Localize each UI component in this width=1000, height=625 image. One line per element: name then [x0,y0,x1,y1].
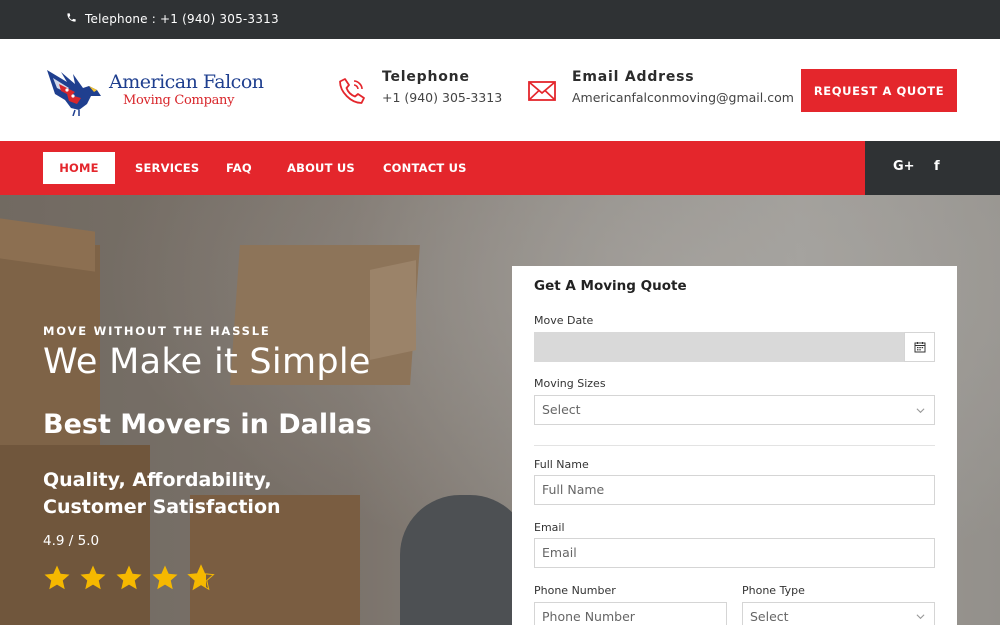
eagle-logo-icon [47,70,101,116]
nav-home[interactable]: HOME [43,152,115,184]
nav-about-us[interactable]: ABOUT US [287,152,355,184]
header-email[interactable]: Email Address Americanfalconmoving@gmail… [526,69,794,107]
email-title: Email Address [572,69,695,85]
form-divider [534,445,935,446]
logo-title: American Falcon [109,71,264,93]
hero-rating-text: 4.9 / 5.0 [43,533,100,549]
phone-icon [66,12,77,26]
hero-tagline: Quality, Affordability, Customer Satisfa… [43,469,281,518]
nav-faq[interactable]: FAQ [226,152,252,184]
star-icon [80,565,106,590]
chevron-down-icon [916,408,925,414]
nav-contact-us[interactable]: CONTACT US [383,152,467,184]
phone-type-select[interactable]: Select [742,602,935,625]
phone-number-input[interactable]: Phone Number [534,602,727,625]
logo-subtitle: Moving Company [123,93,235,108]
phone-outline-icon [339,78,365,104]
request-quote-button[interactable]: REQUEST A QUOTE [801,69,957,112]
telephone-value: +1 (940) 305-3313 [382,90,503,105]
move-date-input[interactable] [534,332,905,362]
header-telephone[interactable]: Telephone +1 (940) 305-3313 [336,69,502,107]
form-title: Get A Moving Quote [534,278,687,294]
main-nav: HOME SERVICES FAQ ABOUT US CONTACT US [0,141,865,195]
site-header: American Falcon Moving Company Telephone… [0,39,1000,141]
star-icon [152,565,178,590]
moving-sizes-select[interactable]: Select [534,395,935,425]
hero-rating-stars [42,563,216,593]
top-bar: Telephone : +1 (940) 305-3313 [0,0,1000,39]
email-value: Americanfalconmoving@gmail.com [572,90,794,105]
star-icon [44,565,70,590]
email-input[interactable]: Email [534,538,935,568]
social-links: G+ f [865,141,1000,195]
email-label: Email [534,521,565,534]
date-picker-button[interactable] [904,332,935,362]
telephone-title: Telephone [382,69,470,85]
hero-eyebrow: MOVE WITHOUT THE HASSLE [43,324,271,338]
hero-subheadline: Best Movers in Dallas [43,409,372,440]
phone-number-label: Phone Number [534,584,616,597]
nav-services[interactable]: SERVICES [135,152,199,184]
hero-headline: We Make it Simple [43,342,371,382]
quote-form: Get A Moving Quote Move Date Moving Size… [512,266,957,625]
full-name-input[interactable]: Full Name [534,475,935,505]
move-date-label: Move Date [534,314,594,327]
facebook-icon[interactable]: f [934,159,940,174]
logo[interactable]: American Falcon Moving Company [45,64,264,116]
top-telephone-text: Telephone : +1 (940) 305-3313 [85,12,279,26]
full-name-label: Full Name [534,458,589,471]
envelope-icon [528,81,556,101]
calendar-icon [914,342,925,353]
star-icon [116,565,142,590]
top-telephone[interactable]: Telephone : +1 (940) 305-3313 [66,12,279,26]
chevron-down-icon [916,614,925,620]
star-half-icon [187,564,215,591]
moving-sizes-label: Moving Sizes [534,377,606,390]
phone-type-label: Phone Type [742,584,805,597]
google-plus-icon[interactable]: G+ [893,159,915,174]
